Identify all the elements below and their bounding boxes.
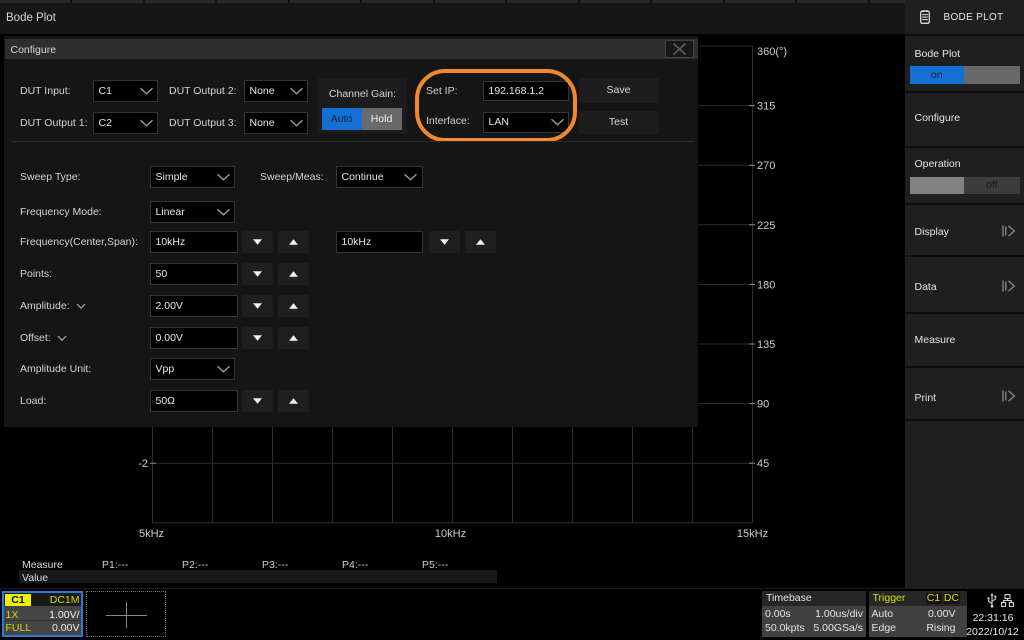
svg-text:270: 270 [757,160,775,172]
svg-text:360(°): 360(°) [757,46,787,58]
svg-text:15kHz: 15kHz [737,528,768,540]
svg-text:90: 90 [757,399,769,411]
svg-text:10kHz: 10kHz [435,528,466,540]
svg-text:135: 135 [757,339,775,351]
svg-text:225: 225 [757,220,775,232]
svg-text:45: 45 [757,458,769,470]
svg-text:315: 315 [757,101,775,113]
svg-text:5kHz: 5kHz [139,528,164,540]
svg-text:180: 180 [757,279,775,291]
svg-text:-2: -2 [138,458,148,470]
